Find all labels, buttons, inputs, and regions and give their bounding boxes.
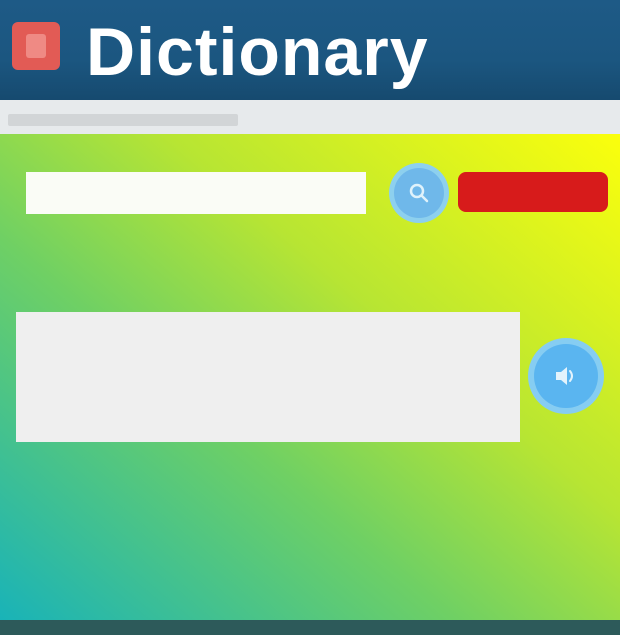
search-button[interactable] bbox=[394, 168, 444, 218]
definition-output bbox=[16, 312, 520, 442]
menu-bar-placeholder[interactable] bbox=[8, 114, 238, 126]
clear-button[interactable] bbox=[458, 172, 608, 212]
dictionary-window: Dictionary bbox=[0, 0, 620, 635]
speak-button[interactable] bbox=[534, 344, 598, 408]
search-icon bbox=[409, 183, 429, 203]
search-input[interactable] bbox=[26, 172, 366, 214]
app-title: Dictionary bbox=[86, 14, 429, 90]
speaker-icon bbox=[556, 367, 573, 385]
dictionary-logo-icon bbox=[12, 22, 60, 70]
window-bottom-border bbox=[0, 620, 620, 635]
header-bar: Dictionary bbox=[0, 0, 620, 100]
main-content bbox=[0, 134, 620, 620]
menu-bar bbox=[0, 100, 620, 134]
